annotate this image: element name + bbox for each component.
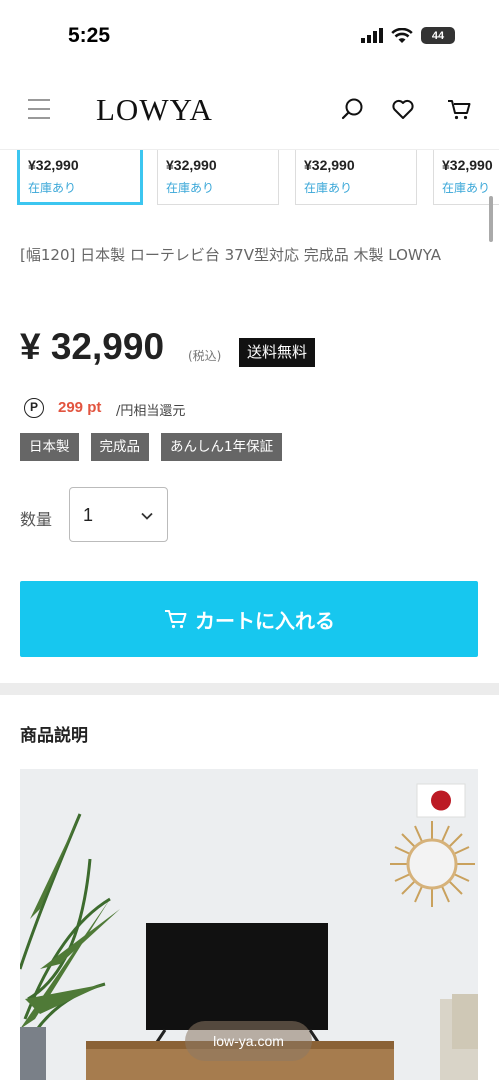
product-price: ¥ 32,990 [20,326,165,367]
cart-icon [165,610,187,629]
cart-icon[interactable] [446,96,472,122]
quantity-select[interactable]: 1 [69,487,168,542]
section-divider [0,683,499,695]
variant-carousel[interactable]: ¥32,990 在庫あり ¥32,990 在庫あり ¥32,990 在庫あり ¥… [0,150,499,208]
status-bar: 5:25 44 [0,0,499,70]
wifi-icon [391,27,413,43]
variant-price: ¥32,990 [442,157,493,173]
variant-card[interactable]: ¥32,990 在庫あり [295,150,417,205]
points-icon: P [24,398,44,418]
quantity-value: 1 [83,505,94,525]
cellular-signal-icon [361,28,383,43]
browser-url-pill[interactable]: low-ya.com [185,1021,312,1061]
site-logo[interactable]: LOWYA [96,92,213,128]
points-value: 299 pt [58,399,102,416]
product-title: [幅120] 日本製 ローテレビ台 37V型対応 完成品 木製 LOWYA [20,246,442,264]
quantity-label: 数量 [20,510,53,529]
variant-stock: 在庫あり [304,181,353,195]
tag-made-in-japan: 日本製 [20,433,79,461]
variant-card[interactable]: ¥32,990 在庫あり [157,150,279,205]
scrollbar[interactable] [489,196,493,242]
site-header: LOWYA [0,70,499,150]
variant-price: ¥32,990 [28,157,79,173]
status-icons: 44 [361,27,455,44]
add-to-cart-button[interactable]: カートに入れる [20,581,478,657]
tax-note: (税込) [188,349,222,363]
tv-illustration [146,923,328,1030]
variant-card-selected[interactable]: ¥32,990 在庫あり [17,150,143,205]
search-icon[interactable] [340,96,366,122]
status-time: 5:25 [68,24,111,47]
tag-assembled: 完成品 [90,433,149,461]
variant-price: ¥32,990 [166,157,217,173]
variant-stock: 在庫あり [442,181,491,195]
product-tags: 日本製 完成品 あんしん1年保証 [20,433,283,461]
chevron-down-icon [141,512,153,520]
variant-stock: 在庫あり [28,181,77,195]
tag-warranty: あんしん1年保証 [161,433,283,461]
add-to-cart-label: カートに入れる [195,608,335,633]
menu-icon[interactable] [28,99,50,119]
description-heading: 商品説明 [20,726,88,746]
points-suffix: /円相当還元 [116,404,186,419]
battery-indicator: 44 [421,27,455,44]
variant-price: ¥32,990 [304,157,355,173]
free-shipping-badge: 送料無料 [239,338,316,367]
heart-icon[interactable] [390,96,416,122]
variant-stock: 在庫あり [166,181,215,195]
